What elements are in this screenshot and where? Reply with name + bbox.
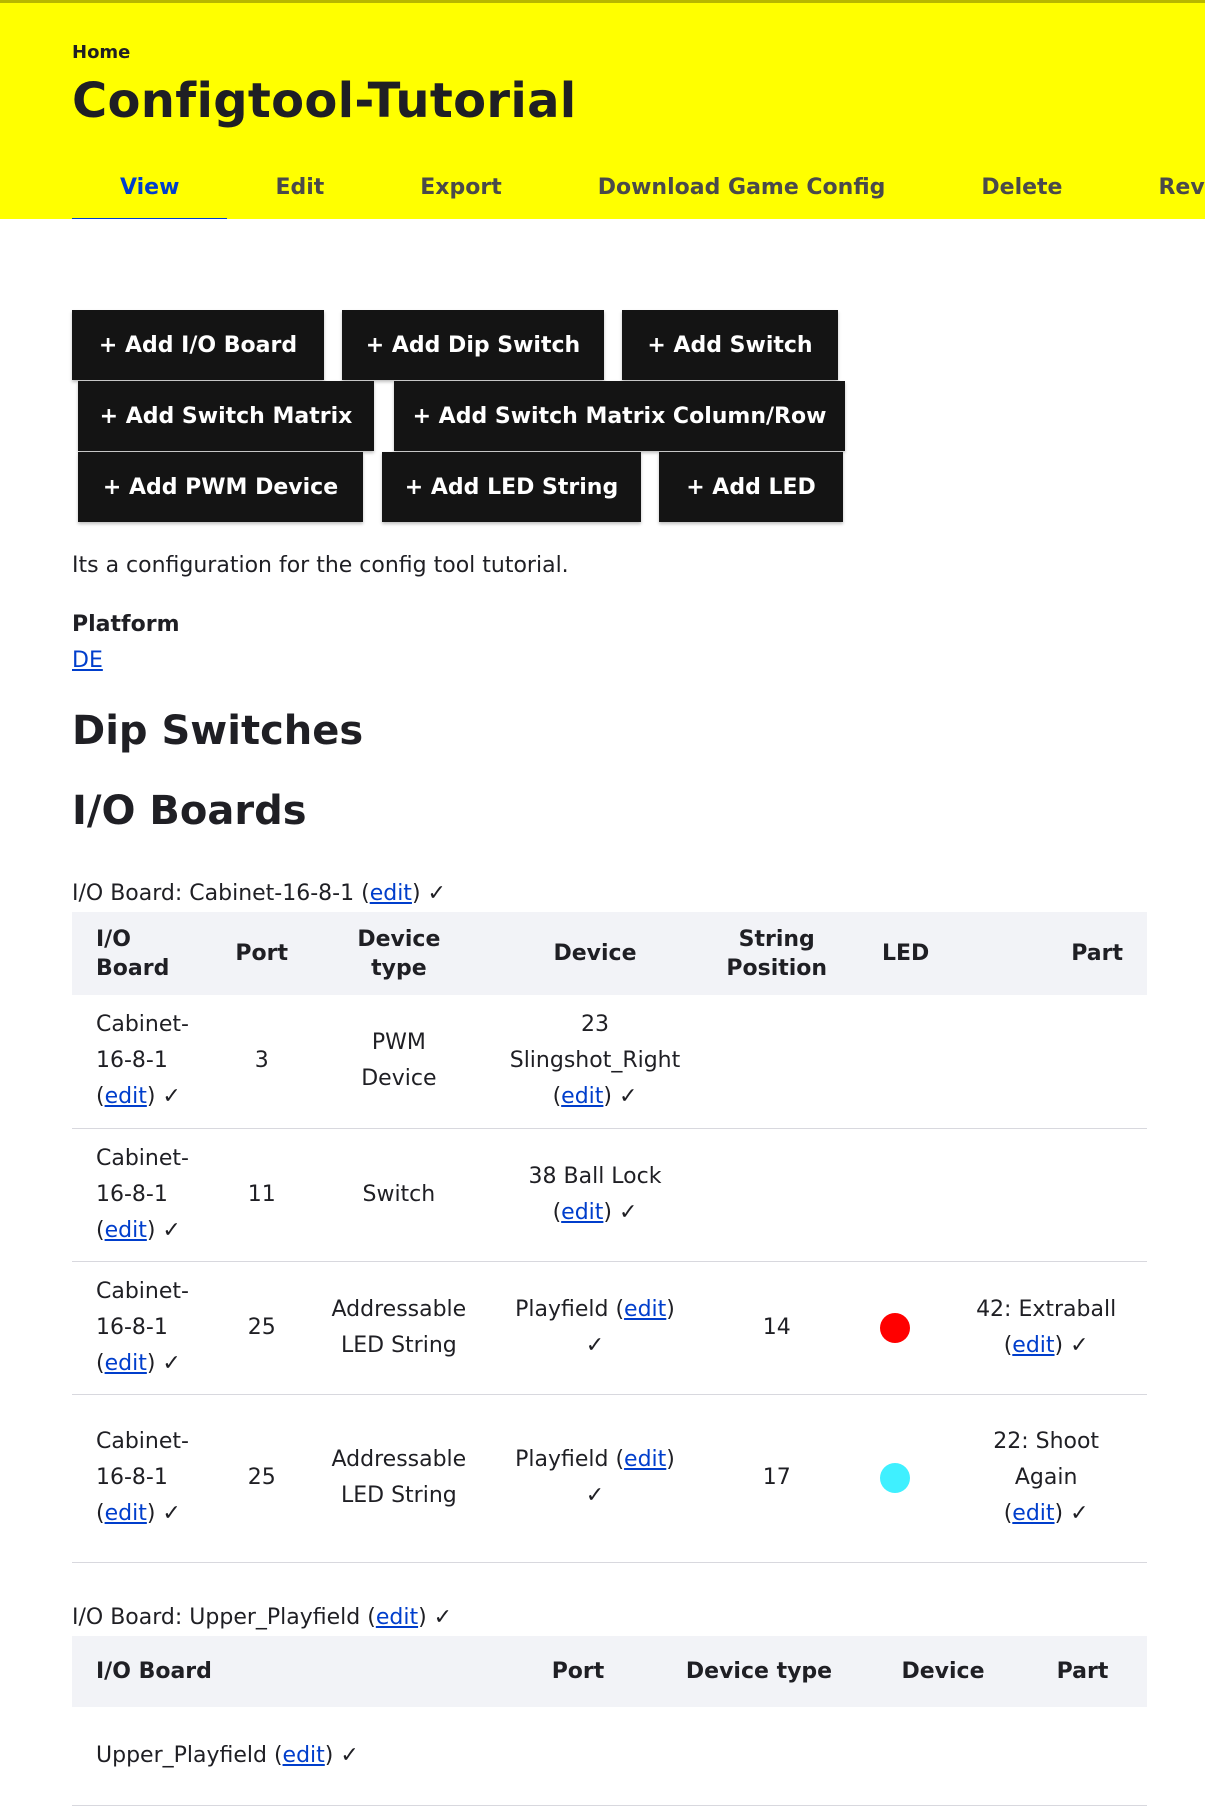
edit-link[interactable]: edit	[105, 1218, 147, 1243]
table-row: Cabinet-16-8-1 (edit) ✓ 25 Addressable LE…	[72, 1394, 1147, 1563]
add-led-string-button[interactable]: + Add LED String	[382, 452, 641, 522]
check-icon: ✓	[162, 1350, 181, 1376]
check-icon: ✓	[618, 1084, 638, 1110]
table-row: Cabinet-16-8-1 (edit) ✓ 3 PWM Device 23 S…	[72, 995, 1147, 1129]
edit-link[interactable]: edit	[105, 1351, 147, 1376]
io-board-caption-upper-playfield: I/O Board: Upper_Playfield (edit) ✓	[72, 1605, 453, 1630]
edit-link[interactable]: edit	[624, 1297, 666, 1322]
table-row: Cabinet-16-8-1 (edit) ✓ 25 Addressable LE…	[72, 1261, 1147, 1395]
io-board-table-cabinet: I/O Board Port Device type Device String…	[72, 912, 1147, 1563]
column-header: Port	[235, 941, 289, 966]
column-header: I/O Board	[96, 926, 170, 981]
edit-link[interactable]: edit	[370, 881, 412, 906]
column-header: Part	[1071, 941, 1123, 966]
table-row: Cabinet-16-8-1 (edit) ✓ 11 Switch 38 Ball…	[72, 1128, 1147, 1262]
add-dip-switch-button[interactable]: + Add Dip Switch	[342, 310, 604, 380]
check-icon: ✓	[162, 1501, 181, 1526]
column-header: Device	[553, 941, 637, 966]
column-header: I/O Board	[96, 1659, 212, 1684]
column-header: LED	[881, 941, 930, 966]
add-switch-matrix-button[interactable]: + Add Switch Matrix	[78, 381, 374, 451]
check-icon: ✓	[1070, 1501, 1089, 1526]
add-switch-matrix-column-row-button[interactable]: + Add Switch Matrix Column/Row	[394, 381, 845, 451]
check-icon: ✓	[433, 1605, 453, 1630]
platform-label: Platform	[72, 612, 180, 637]
edit-link[interactable]: edit	[561, 1084, 603, 1109]
dip-switches-heading: Dip Switches	[72, 708, 364, 754]
check-icon: ✓	[427, 881, 446, 906]
check-icon: ✓	[585, 1483, 605, 1508]
io-board-table-upper-playfield: I/O Board Port Device type Device Part U…	[72, 1636, 1147, 1806]
check-icon: ✓	[162, 1084, 181, 1110]
led-color-dot	[880, 1463, 911, 1493]
add-led-button[interactable]: + Add LED	[659, 452, 843, 522]
edit-link[interactable]: edit	[105, 1084, 147, 1109]
add-switch-button[interactable]: + Add Switch	[622, 310, 838, 380]
breadcrumb-home[interactable]: Home	[72, 42, 130, 63]
tab-revisions[interactable]: Revisions	[1110, 163, 1205, 219]
tab-export[interactable]: Export	[372, 163, 549, 219]
column-header: Device type	[685, 1659, 833, 1684]
column-header: Device type	[357, 926, 441, 981]
check-icon: ✓	[618, 1199, 638, 1225]
edit-link[interactable]: edit	[1012, 1501, 1054, 1526]
io-board-caption-cabinet: I/O Board: Cabinet-16-8-1 (edit) ✓	[72, 881, 446, 906]
tab-download-game-config[interactable]: Download Game Config	[550, 163, 934, 219]
check-icon: ✓	[340, 1742, 359, 1768]
check-icon: ✓	[585, 1332, 605, 1358]
column-header: Device	[901, 1659, 985, 1684]
check-icon: ✓	[1070, 1332, 1089, 1358]
column-header: Part	[1056, 1659, 1109, 1684]
platform-link[interactable]: DE	[72, 648, 103, 673]
column-header: Port	[551, 1659, 605, 1684]
edit-link[interactable]: edit	[283, 1743, 325, 1768]
tab-delete[interactable]: Delete	[933, 163, 1110, 219]
page-header: Home Configtool-Tutorial View Edit Expor…	[0, 0, 1205, 219]
led-color-dot	[880, 1312, 911, 1343]
page-title: Configtool-Tutorial	[72, 73, 577, 129]
edit-link[interactable]: edit	[105, 1501, 147, 1526]
tabs: View Edit Export Download Game Config De…	[72, 163, 1205, 219]
tab-view[interactable]: View	[72, 163, 228, 219]
description-text: Its a configuration for the config tool …	[72, 553, 569, 578]
add-pwm-device-button[interactable]: + Add PWM Device	[78, 452, 363, 522]
check-icon: ✓	[162, 1217, 181, 1243]
column-header: String Position	[726, 926, 828, 981]
edit-link[interactable]: edit	[561, 1200, 603, 1225]
io-boards-heading: I/O Boards	[72, 788, 307, 834]
table-row: Upper_Playfield (edit) ✓	[72, 1707, 1147, 1806]
edit-link[interactable]: edit	[624, 1447, 666, 1472]
edit-link[interactable]: edit	[376, 1605, 418, 1630]
tab-edit[interactable]: Edit	[227, 163, 372, 219]
edit-link[interactable]: edit	[1012, 1333, 1054, 1358]
add-io-board-button[interactable]: + Add I/O Board	[72, 310, 324, 380]
